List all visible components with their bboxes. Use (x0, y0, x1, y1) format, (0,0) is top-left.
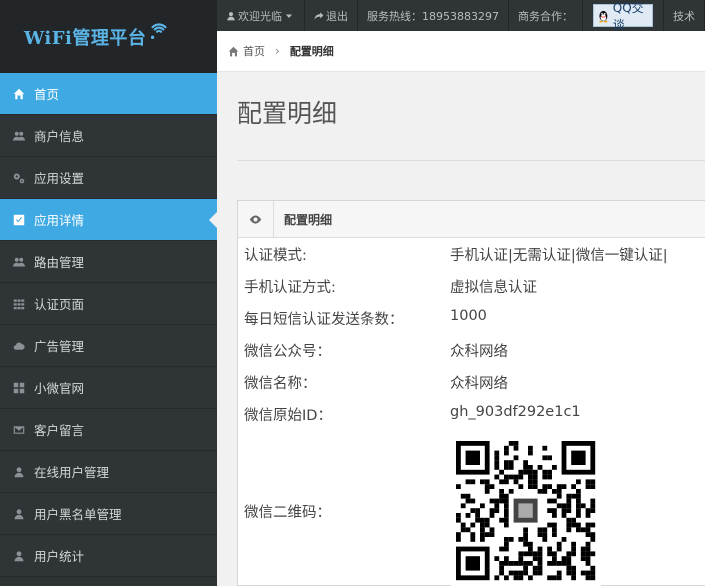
title-divider (237, 160, 705, 161)
home-icon (12, 87, 26, 101)
sidebar-item-ad-management[interactable]: 广告管理 (0, 325, 217, 367)
detail-row-wechat-name: 微信名称： 众科网络 (244, 372, 508, 393)
qq-penguin-icon (599, 10, 608, 22)
panel-heading: 配置明细 (284, 212, 333, 227)
sidebar-item-user-blacklist[interactable]: 用户黑名单管理 (0, 493, 217, 535)
sidebar-item-label: 用户统计 (34, 549, 85, 564)
detail-row-daily-sms-count: 每日短信认证发送条数： 1000 (244, 308, 487, 329)
sidebar-item-label: 首页 (34, 87, 60, 102)
check-square-icon (12, 213, 26, 227)
detail-key: 认证模式: (244, 248, 307, 264)
sidebar-item-customer-messages[interactable]: 客户留言 (0, 409, 217, 451)
hotline-text: 服务热线：18953883297 (358, 0, 509, 31)
detail-key: 每日短信认证发送条数： (244, 312, 404, 328)
detail-key: 微信二维码： (244, 505, 331, 521)
sidebar-item-label: 用户黑名单管理 (34, 507, 122, 522)
welcome-menu[interactable]: 欢迎光临 (217, 0, 305, 31)
detail-value: 虚拟信息认证 (450, 280, 537, 296)
sidebar-item-auth-page[interactable]: 认证页面 (0, 283, 217, 325)
sidebar-item-label: 在线用户管理 (34, 465, 110, 480)
users-icon (12, 255, 26, 269)
top-bar: 欢迎光临 退出 服务热线：18953883297 商务合作： QQ交谈 技术 (217, 0, 705, 32)
breadcrumb: 首页 › 配置明细 (217, 31, 705, 72)
home-icon (228, 46, 239, 56)
tech-support-link[interactable]: 技术 (663, 0, 705, 31)
welcome-text: 欢迎光临 (238, 9, 282, 23)
user-icon (12, 549, 26, 563)
gears-icon (12, 171, 26, 185)
sidebar-item-app-settings[interactable]: 应用设置 (0, 157, 217, 199)
business-text: 商务合作： (509, 0, 583, 31)
detail-row-wechat-original-id: 微信原始ID： gh_903df292e1c1 (244, 404, 581, 425)
sidebar-item-label: 小微官网 (34, 381, 85, 396)
sidebar-item-user-stats[interactable]: 用户统计 (0, 535, 217, 577)
sidebar-item-home[interactable]: 首页 (0, 73, 217, 115)
detail-key: 微信公众号： (244, 344, 331, 360)
detail-value: gh_903df292e1c1 (450, 404, 581, 420)
detail-key: 微信原始ID： (244, 408, 332, 424)
sidebar-nav: 首页 商户信息 应用设置 应用详情 路由管理 认证页面 广告管理 小微官网 客户… (0, 73, 217, 577)
wifi-icon (151, 22, 167, 39)
logout-text: 退出 (326, 9, 348, 23)
sidebar-item-label: 广告管理 (34, 339, 85, 354)
sidebar-item-app-details[interactable]: 应用详情 (0, 199, 217, 241)
sidebar-item-label: 客户留言 (34, 423, 85, 438)
sidebar-item-label: 应用详情 (34, 213, 85, 228)
detail-row-phone-auth-method: 手机认证方式: 虚拟信息认证 (244, 276, 537, 297)
detail-value: 众科网络 (450, 376, 508, 392)
detail-row-auth-mode: 认证模式: 手机认证|无需认证|微信一键认证| (244, 244, 668, 265)
panel-header: 配置明细 (238, 200, 705, 238)
detail-value: 众科网络 (450, 344, 508, 360)
app-logo[interactable]: WiFi管理平台 (0, 0, 217, 73)
grid-icon (12, 297, 26, 311)
qq-chat-label: QQ交谈 (612, 0, 644, 32)
sidebar-item-label: 路由管理 (34, 255, 85, 270)
sidebar-item-label: 应用设置 (34, 171, 85, 186)
users-icon (12, 129, 26, 143)
detail-value: 1000 (450, 308, 487, 324)
sidebar-item-router-management[interactable]: 路由管理 (0, 241, 217, 283)
detail-key: 手机认证方式: (244, 280, 336, 296)
share-icon (314, 11, 324, 20)
sidebar-item-merchant-info[interactable]: 商户信息 (0, 115, 217, 157)
sidebar-item-micro-site[interactable]: 小微官网 (0, 367, 217, 409)
logo-text: WiFi管理平台 (24, 27, 147, 49)
wechat-qr-code (451, 436, 601, 586)
page-title: 配置明细 (237, 99, 338, 128)
chevron-right-icon: › (275, 44, 280, 58)
grid-icon (12, 381, 26, 395)
detail-key: 微信名称： (244, 376, 317, 392)
qq-chat-button[interactable]: QQ交谈 (592, 1, 653, 32)
breadcrumb-current: 配置明细 (289, 45, 334, 58)
user-icon (227, 11, 235, 20)
sidebar-item-label: 认证页面 (34, 297, 85, 312)
user-icon (12, 507, 26, 521)
detail-row-wechat-account: 微信公众号： 众科网络 (244, 340, 508, 361)
logout-link[interactable]: 退出 (305, 0, 358, 31)
detail-value: 手机认证|无需认证|微信一键认证| (450, 248, 668, 264)
sidebar: WiFi管理平台 首页 商户信息 应用设置 应用详情 路由管理 认证页面 广告管… (0, 0, 217, 586)
cloud-icon (12, 339, 26, 353)
envelope-icon (12, 423, 26, 437)
caret-down-icon (286, 14, 292, 18)
breadcrumb-home[interactable]: 首页 (243, 43, 265, 59)
sidebar-item-online-users[interactable]: 在线用户管理 (0, 451, 217, 493)
config-detail-panel: 配置明细 认证模式: 手机认证|无需认证|微信一键认证| 手机认证方式: 虚拟信… (237, 200, 705, 586)
eye-icon (238, 200, 274, 238)
detail-row-wechat-qr: 微信二维码： (244, 501, 450, 522)
user-icon (12, 465, 26, 479)
sidebar-item-label: 商户信息 (34, 129, 85, 144)
